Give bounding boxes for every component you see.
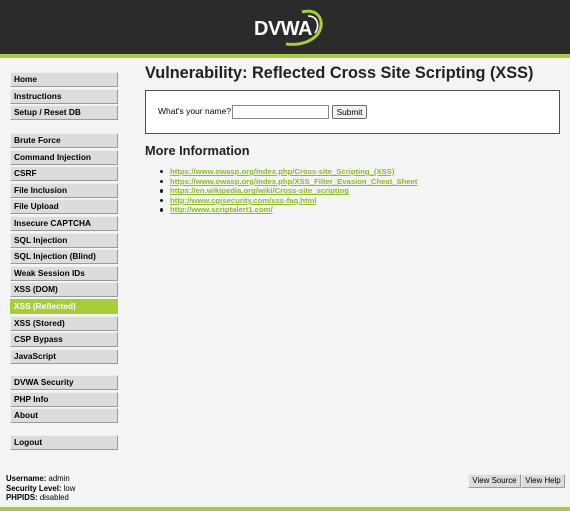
menu-item-setup[interactable]: Setup / Reset DB: [10, 105, 118, 121]
menu-item-dvwa-security[interactable]: DVWA Security: [10, 375, 118, 390]
phpids-row: PHPIDS: disabled: [6, 493, 75, 503]
dvwa-logo[interactable]: DVWA: [252, 6, 324, 48]
menu-item-file-upload[interactable]: File Upload: [10, 199, 118, 215]
list-item: https://en.wikipedia.org/wiki/Cross-site…: [160, 186, 417, 196]
menu-item-file-inclusion[interactable]: File Inclusion: [10, 182, 118, 198]
list-item: https://www.owasp.org/index.php/XSS_Filt…: [160, 177, 417, 187]
menu-item-javascript[interactable]: JavaScript: [10, 348, 118, 364]
header: DVWA: [0, 0, 570, 54]
menu-item-xss-reflected[interactable]: XSS (Reflected): [10, 298, 118, 314]
view-help-button[interactable]: View Help: [521, 474, 565, 488]
menu-item-logout[interactable]: Logout: [10, 435, 118, 450]
menu-item-csrf[interactable]: CSRF: [10, 166, 118, 182]
menu-item-xss-dom[interactable]: XSS (DOM): [10, 282, 118, 298]
menu-item-weak-session-ids[interactable]: Weak Session IDs: [10, 265, 118, 281]
xss-form: What's your name? Submit: [145, 90, 560, 134]
header-accent-strip: [0, 54, 570, 58]
bullet-icon: [160, 170, 164, 174]
link-wikipedia-xss[interactable]: https://en.wikipedia.org/wiki/Cross-site…: [170, 186, 349, 195]
menu-item-instructions[interactable]: Instructions: [10, 88, 118, 104]
view-source-button[interactable]: View Source: [468, 474, 521, 488]
menu-group-settings: DVWA Security PHP Info About: [10, 375, 118, 425]
username-label: Username:: [6, 474, 47, 483]
list-item: http://www.scriptalert1.com/: [160, 205, 417, 215]
username-value: admin: [48, 474, 70, 483]
bullet-icon: [160, 198, 164, 203]
menu-item-home[interactable]: Home: [10, 72, 118, 87]
link-cgisecurity[interactable]: http://www.cgisecurity.com/xss-faq.html: [170, 196, 317, 205]
list-item: https://www.owasp.org/index.php/Cross-si…: [160, 167, 417, 177]
bullet-icon: [160, 189, 164, 193]
menu-item-command-injection[interactable]: Command Injection: [10, 149, 118, 165]
logo-text: DVWA: [254, 18, 313, 40]
bullet-icon: [160, 179, 164, 183]
menu-item-php-info[interactable]: PHP Info: [10, 391, 118, 407]
security-level-value: low: [63, 483, 76, 493]
phpids-value: disabled: [39, 493, 69, 503]
name-label: What's your name?: [158, 106, 231, 116]
menu-group-logout: Logout: [10, 435, 118, 452]
menu-item-sql-injection[interactable]: SQL Injection: [10, 232, 118, 248]
security-level-row: Security Level: low: [6, 484, 75, 494]
more-info-title: More Information: [145, 143, 250, 158]
username-row: Username: admin: [6, 474, 75, 484]
menu-item-csp-bypass[interactable]: CSP Bypass: [10, 332, 118, 348]
submit-button[interactable]: Submit: [332, 105, 367, 119]
menu-item-xss-stored[interactable]: XSS (Stored): [10, 315, 118, 331]
link-owasp-xss[interactable]: https://www.owasp.org/index.php/Cross-si…: [170, 167, 394, 176]
menu-item-brute-force[interactable]: Brute Force: [10, 133, 118, 148]
bullet-icon: [160, 208, 164, 212]
link-owasp-filter-evasion[interactable]: https://www.owasp.org/index.php/XSS_Filt…: [170, 177, 417, 186]
link-scriptalert1[interactable]: http://www.scriptalert1.com/: [170, 205, 273, 214]
footer-accent-strip: [0, 507, 570, 511]
security-level-label: Security Level:: [6, 483, 62, 493]
user-info: Username: admin Security Level: low PHPI…: [6, 474, 75, 503]
menu-item-sql-injection-blind[interactable]: SQL Injection (Blind): [10, 249, 118, 265]
more-info-links: https://www.owasp.org/index.php/Cross-si…: [160, 167, 417, 215]
phpids-label: PHPIDS:: [6, 493, 38, 503]
name-input[interactable]: [232, 105, 329, 119]
menu-group-main: Home Instructions Setup / Reset DB: [10, 72, 118, 122]
list-item: http://www.cgisecurity.com/xss-faq.html: [160, 196, 417, 206]
menu-item-about[interactable]: About: [10, 408, 118, 424]
menu-item-insecure-captcha[interactable]: Insecure CAPTCHA: [10, 215, 118, 231]
menu-group-vulnerabilities: Brute Force Command Injection CSRF File …: [10, 133, 118, 365]
page-title: Vulnerability: Reflected Cross Site Scri…: [145, 64, 534, 82]
